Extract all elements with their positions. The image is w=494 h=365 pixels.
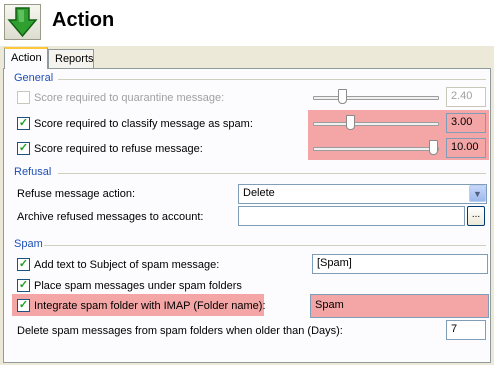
classify-slider[interactable] (313, 122, 439, 126)
refuse-checkbox[interactable]: ✓ (17, 142, 30, 155)
quarantine-slider[interactable] (313, 96, 439, 100)
place-folders-label: Place spam messages under spam folders (34, 280, 242, 292)
archive-account-input[interactable] (238, 206, 465, 226)
imap-folder-input[interactable]: Spam (310, 294, 489, 318)
group-refusal-label: Refusal (14, 166, 52, 178)
quarantine-score-input[interactable]: 2.40 (446, 87, 486, 107)
group-spam-divider (44, 245, 486, 246)
refuse-action-select[interactable]: Delete (238, 184, 487, 204)
tab-reports[interactable]: Reports (48, 49, 94, 68)
refuse-score-input[interactable]: 10.00 (446, 138, 486, 158)
page-title: Action (52, 9, 115, 31)
tab-action[interactable]: Action (4, 47, 48, 69)
quarantine-slider-thumb[interactable] (338, 89, 347, 104)
classify-slider-thumb[interactable] (346, 115, 355, 130)
imap-checkbox[interactable]: ✓ (17, 299, 30, 312)
refuse-label: Score required to refuse message: (34, 143, 203, 155)
add-subject-checkbox[interactable]: ✓ (17, 258, 30, 271)
archive-label: Archive refused messages to account: (17, 211, 204, 223)
classify-checkbox[interactable]: ✓ (17, 117, 30, 130)
refuse-slider[interactable] (313, 147, 439, 151)
classify-label: Score required to classify message as sp… (34, 118, 253, 130)
refuse-action-label: Refuse message action: (17, 188, 136, 200)
group-refusal-divider (58, 173, 486, 174)
green-down-arrow-icon (4, 4, 41, 40)
delete-days-input[interactable]: 7 (446, 320, 486, 340)
quarantine-checkbox[interactable] (17, 91, 30, 104)
quarantine-label: Score required to quarantine message: (34, 92, 225, 104)
add-subject-label: Add text to Subject of spam message: (34, 259, 220, 271)
refuse-action-value: Delete (243, 187, 275, 199)
delete-days-label: Delete spam messages from spam folders w… (17, 325, 343, 337)
group-general-divider (58, 79, 486, 80)
subject-text-input[interactable]: [Spam] (312, 254, 488, 274)
imap-label: Integrate spam folder with IMAP (Folder … (34, 300, 266, 312)
browse-account-button[interactable]: ... (467, 206, 485, 226)
refuse-slider-thumb[interactable] (429, 140, 438, 155)
chevron-down-icon[interactable]: ▼ (469, 185, 486, 202)
group-general-label: General (14, 72, 54, 84)
classify-score-input[interactable]: 3.00 (446, 113, 486, 133)
group-spam-label: Spam (14, 238, 43, 250)
place-folders-checkbox[interactable]: ✓ (17, 279, 30, 292)
